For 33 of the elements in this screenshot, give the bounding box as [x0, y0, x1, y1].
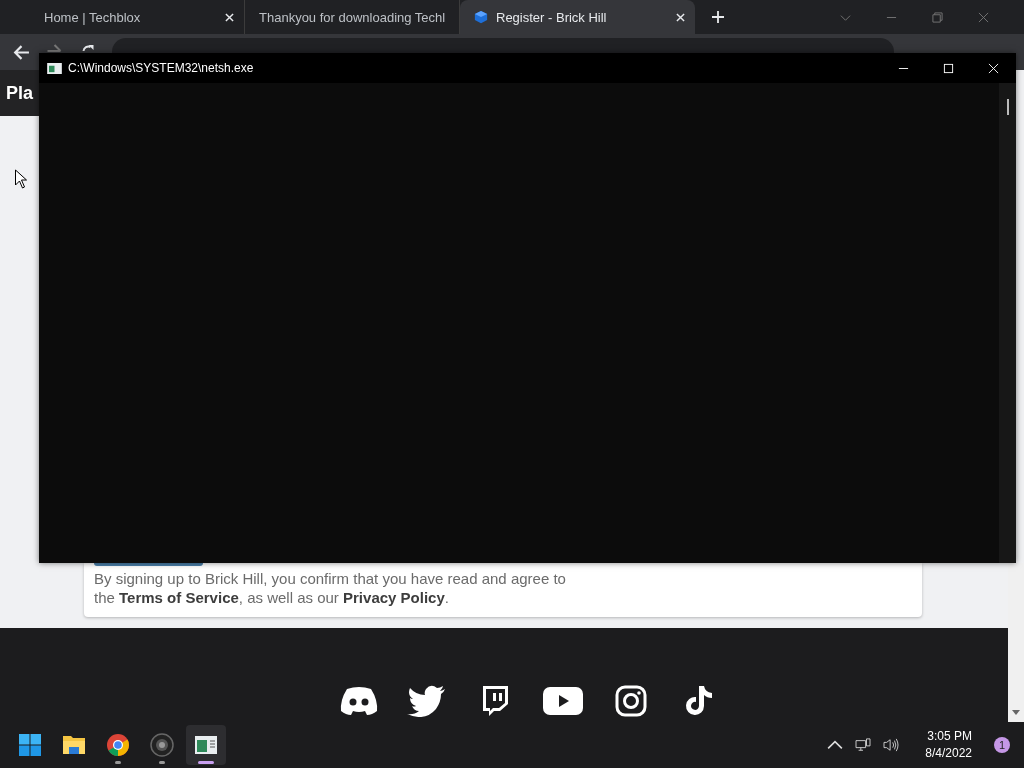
chat-icon[interactable] — [339, 685, 379, 717]
clock-date[interactable]: 8/4/2022 — [925, 745, 972, 762]
windows-logo-icon — [18, 733, 42, 757]
browser-logo-icon — [106, 733, 130, 757]
tab-title: Home | Techblox — [44, 9, 142, 25]
terminal-window-icon — [194, 733, 218, 757]
tab-title: Thankyou for downloading Techl — [259, 9, 446, 25]
cube-icon — [474, 10, 488, 24]
folder-icon — [62, 733, 86, 757]
nav-link[interactable]: Pla — [6, 82, 34, 104]
speaker-icon[interactable] — [883, 738, 900, 752]
bird-icon[interactable] — [407, 685, 447, 717]
clock-time[interactable]: 3:05 PM — [927, 728, 972, 745]
tab-title: Register - Brick Hill — [496, 9, 608, 25]
notification-badge[interactable]: 1 — [994, 737, 1010, 753]
terms-notice: By signing up to Brick Hill, you confirm that you have read and agree to the Terms of Service, as well as our Privacy Policy. — [94, 569, 567, 607]
network-icon[interactable] — [855, 738, 872, 752]
maximize-icon[interactable] — [943, 62, 954, 74]
lens-icon — [150, 733, 174, 757]
window-title: C:\Windows\SYSTEM32\netsh.exe — [68, 61, 254, 75]
scroll-down-icon[interactable] — [1012, 710, 1020, 716]
taskbar-button[interactable] — [186, 725, 226, 765]
browser-tab[interactable]: Register - Brick Hill — [460, 0, 695, 34]
restore-icon[interactable] — [932, 11, 943, 23]
scroll-thumb[interactable] — [1006, 99, 1009, 115]
forward-arrow-icon[interactable] — [46, 43, 63, 52]
chevron-up-icon[interactable] — [827, 738, 844, 752]
scrollbar[interactable] — [999, 83, 1016, 563]
back-arrow-icon[interactable] — [13, 43, 30, 61]
plus-icon[interactable] — [711, 10, 725, 24]
play-icon[interactable] — [543, 685, 583, 717]
terminal-window-icon — [47, 62, 62, 74]
mouse-cursor-icon — [14, 169, 27, 189]
